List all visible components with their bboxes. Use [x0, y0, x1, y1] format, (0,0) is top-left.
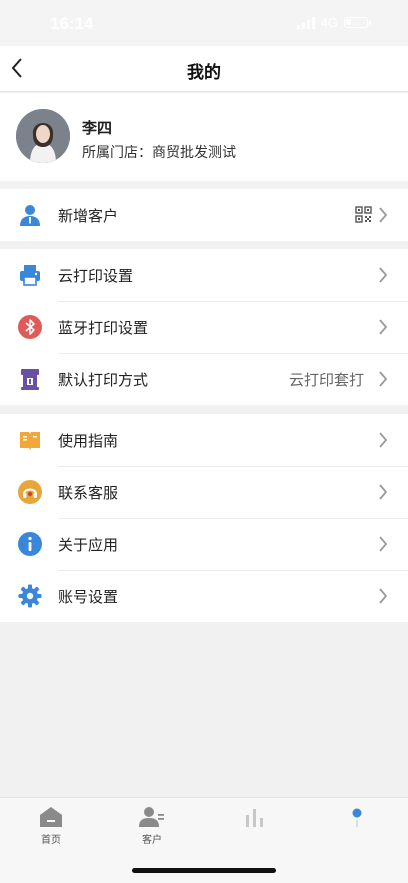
- qr-code-icon[interactable]: [355, 206, 372, 223]
- chevron-right-icon: [379, 536, 388, 552]
- menu-item-cloud-print-settings[interactable]: 云打印设置: [0, 249, 408, 301]
- chevron-right-icon: [379, 371, 388, 387]
- menu-item-bluetooth-print-settings[interactable]: 蓝牙打印设置: [0, 301, 408, 353]
- menu-item-label: 联系客服: [58, 484, 119, 502]
- bar-chart-icon: [246, 809, 263, 827]
- info-icon: [18, 532, 42, 556]
- nav-bar: 我的: [0, 46, 408, 92]
- network-type: 4G: [320, 15, 338, 30]
- chevron-right-icon: [379, 432, 388, 448]
- group-customer: 新增客户: [0, 189, 408, 241]
- menu-item-default-print-mode[interactable]: 默认打印方式 云打印套打: [0, 353, 408, 405]
- guide-book-icon: [20, 432, 40, 450]
- group-support: 使用指南 联系客服 关于应用 账号设置: [0, 414, 408, 622]
- home-icon: [40, 807, 62, 827]
- menu-item-about-app[interactable]: 关于应用: [0, 518, 408, 570]
- menu-item-label: 使用指南: [58, 432, 119, 450]
- tab-home[interactable]: 首页: [11, 806, 91, 852]
- status-bar: 16:14 4G: [0, 0, 408, 46]
- bluetooth-icon: [18, 315, 42, 339]
- chevron-right-icon: [379, 588, 388, 604]
- print-mode-icon: [21, 369, 39, 390]
- profile-dot-icon: [352, 808, 362, 827]
- menu-item-value: 云打印套打: [288, 371, 364, 389]
- battery-icon: [344, 17, 371, 28]
- menu-item-label: 账号设置: [58, 588, 119, 606]
- signal-icon: [296, 16, 315, 29]
- status-time: 16:14: [50, 14, 94, 33]
- menu-item-account-settings[interactable]: 账号设置: [0, 570, 408, 622]
- profile-card[interactable]: 李四 所属门店：商贸批发测试: [0, 93, 408, 181]
- tab-label: 首页: [41, 835, 61, 846]
- menu-item-label: 默认打印方式: [58, 371, 149, 389]
- gear-icon: [18, 584, 42, 608]
- tab-customer[interactable]: 客户: [112, 806, 192, 852]
- profile-store: 所属门店：商贸批发测试: [82, 145, 236, 161]
- menu-item-label: 蓝牙打印设置: [58, 319, 149, 337]
- group-printing: 云打印设置 蓝牙打印设置 默认打印方式 云打印套打: [0, 249, 408, 405]
- tab-label: 客户: [142, 835, 162, 846]
- customer-icon: [139, 807, 164, 827]
- status-indicators: 4G: [296, 15, 371, 30]
- add-customer-icon: [20, 205, 40, 226]
- menu-item-label: 关于应用: [58, 536, 119, 554]
- profile-name: 李四: [82, 119, 113, 137]
- menu-item-contact-support[interactable]: 联系客服: [0, 466, 408, 518]
- menu-item-label: 新增客户: [58, 207, 119, 225]
- menu-item-label: 云打印设置: [58, 267, 134, 285]
- page-title: 我的: [187, 63, 221, 83]
- tab-statistics[interactable]: [215, 806, 295, 852]
- home-indicator[interactable]: [132, 868, 276, 873]
- tab-mine[interactable]: [317, 806, 397, 852]
- chevron-right-icon: [379, 484, 388, 500]
- chevron-right-icon: [379, 207, 388, 223]
- printer-icon: [20, 265, 40, 286]
- chevron-right-icon: [379, 267, 388, 283]
- avatar: [16, 109, 70, 163]
- menu-item-add-customer[interactable]: 新增客户: [0, 189, 408, 241]
- headset-icon: [18, 480, 42, 504]
- chevron-right-icon: [379, 319, 388, 335]
- menu-item-user-guide[interactable]: 使用指南: [0, 414, 408, 466]
